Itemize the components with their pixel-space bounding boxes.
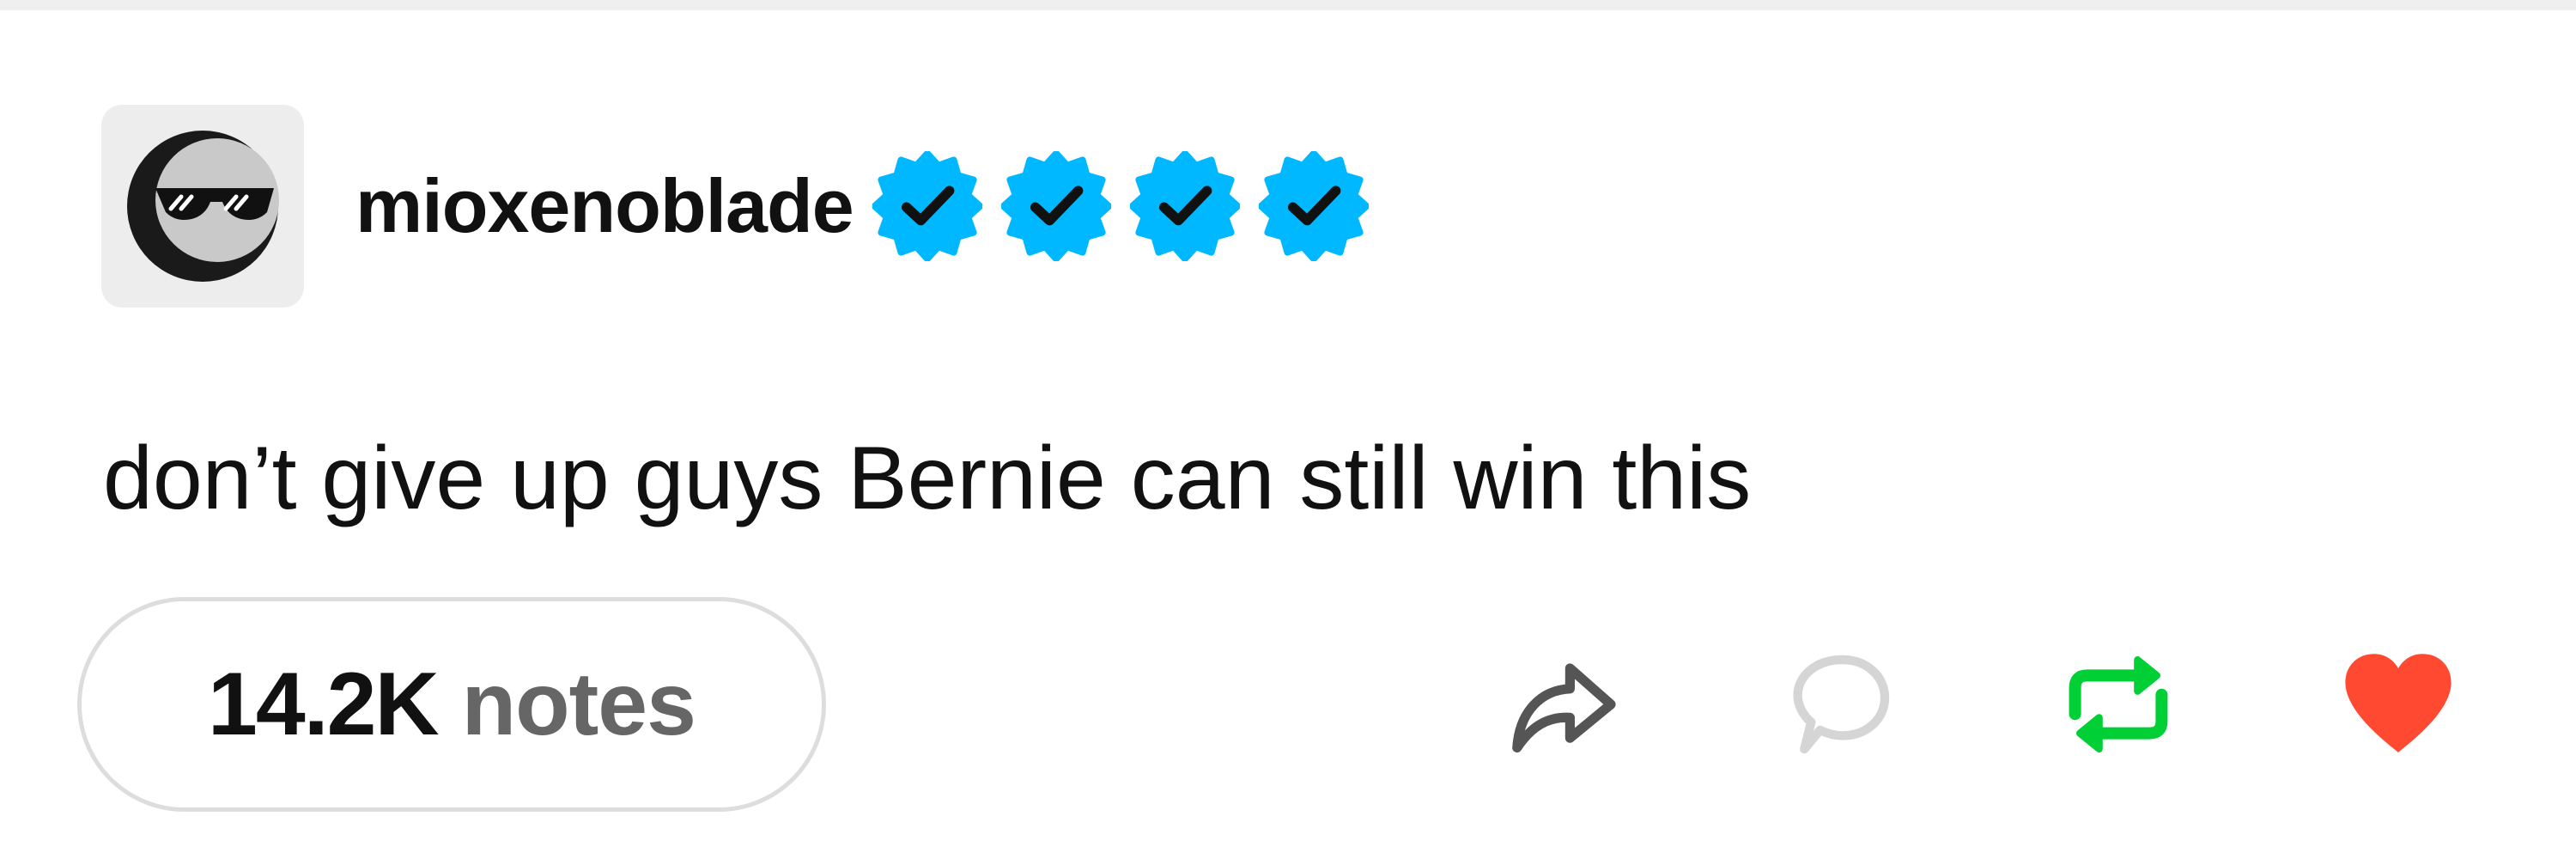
verified-badges: [872, 151, 1369, 261]
like-button[interactable]: [2334, 640, 2463, 769]
reblog-button[interactable]: [2054, 640, 2183, 769]
verified-badge-icon: [1000, 151, 1111, 261]
username[interactable]: mioxenoblade: [355, 168, 854, 244]
notes-button[interactable]: 14.2K notes: [77, 597, 826, 812]
avatar[interactable]: [101, 105, 304, 308]
verified-badge-icon: [1258, 151, 1369, 261]
share-button[interactable]: [1498, 640, 1627, 769]
sunglasses-moon-avatar-icon: [127, 131, 279, 282]
verified-badge-icon: [1129, 151, 1240, 261]
notes-label: notes: [461, 654, 696, 754]
verified-badge-icon: [872, 151, 982, 261]
post-header: mioxenoblade: [101, 103, 1369, 309]
reply-button[interactable]: [1776, 640, 1905, 769]
post-body-text: don’t give up guys Bernie can still win …: [103, 429, 1752, 528]
notes-count: 14.2K: [208, 654, 440, 754]
top-divider: [0, 0, 2576, 10]
reply-bubble-icon: [1793, 655, 1890, 754]
share-arrow-icon: [1512, 663, 1616, 752]
reblog-icon: [2069, 656, 2168, 752]
heart-icon: [2345, 654, 2451, 752]
